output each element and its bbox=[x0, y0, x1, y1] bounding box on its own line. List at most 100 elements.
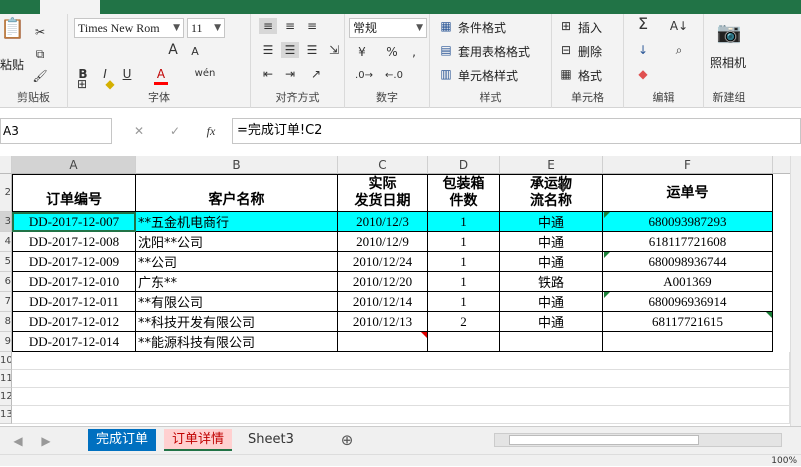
chevron-down-icon[interactable]: ▼ bbox=[416, 19, 423, 37]
cell-waybill[interactable]: 68117721615 bbox=[603, 312, 773, 332]
error-indicator-icon[interactable] bbox=[604, 292, 610, 298]
cell-carrier[interactable]: 铁路 bbox=[500, 272, 603, 292]
cell-order-no[interactable]: DD-2017-12-009 bbox=[12, 252, 136, 272]
percent-button[interactable]: % bbox=[385, 44, 399, 60]
cell-waybill[interactable]: 680096936914 bbox=[603, 292, 773, 312]
row-header[interactable]: 12 bbox=[0, 388, 12, 406]
search-icon[interactable]: ⌕ bbox=[668, 42, 690, 58]
cell-ship-date[interactable]: 2010/12/20 bbox=[338, 272, 428, 292]
conditional-format-icon[interactable]: ▦ bbox=[438, 18, 454, 34]
row-header[interactable]: 5 bbox=[0, 252, 12, 272]
font-size-combo[interactable]: 11 ▼ bbox=[187, 18, 225, 38]
name-box[interactable]: A3 bbox=[0, 118, 112, 144]
cell-customer[interactable]: 沈阳**公司 bbox=[136, 232, 338, 252]
orientation-icon[interactable]: ↗ bbox=[307, 66, 325, 82]
delete-icon[interactable]: ⊟ bbox=[558, 42, 574, 58]
table-format-button[interactable]: 套用表格格式 bbox=[458, 43, 530, 60]
tab-home[interactable] bbox=[40, 0, 100, 14]
paste-label[interactable]: 粘贴 bbox=[0, 56, 24, 73]
column-header-g[interactable] bbox=[773, 156, 790, 174]
error-indicator-icon[interactable] bbox=[766, 312, 772, 318]
row-header[interactable]: 10 bbox=[0, 352, 12, 370]
chevron-down-icon[interactable]: ▼ bbox=[214, 19, 221, 37]
font-color-icon[interactable]: A bbox=[154, 66, 168, 85]
decrease-decimal-icon[interactable]: ←.0 bbox=[383, 68, 405, 84]
insert-icon[interactable]: ⊞ bbox=[558, 18, 574, 34]
indent-icon[interactable]: ⇤ bbox=[259, 66, 277, 82]
tab-sheet3[interactable]: Sheet3 bbox=[240, 429, 302, 451]
cell-box-count[interactable]: 1 bbox=[428, 272, 500, 292]
autosum-icon[interactable]: Σ bbox=[634, 16, 652, 32]
cell-box-count[interactable]: 1 bbox=[428, 252, 500, 272]
spreadsheet-grid[interactable]: A B C D E F 2 3 4 5 6 7 8 9 10 11 12 13 … bbox=[0, 156, 790, 426]
column-header-a[interactable]: A bbox=[12, 156, 136, 174]
align-bottom-icon[interactable]: ≡ bbox=[303, 18, 321, 34]
comma-icon[interactable]: , bbox=[407, 44, 421, 60]
phonetic-icon[interactable]: wén bbox=[194, 66, 216, 82]
align-top-icon[interactable]: ≡ bbox=[259, 18, 277, 34]
cell-order-no[interactable]: DD-2017-12-008 bbox=[12, 232, 136, 252]
comment-indicator-icon[interactable] bbox=[421, 332, 427, 338]
format-button[interactable]: 格式 bbox=[578, 67, 602, 84]
cell-box-count[interactable]: 1 bbox=[428, 212, 500, 232]
cell-waybill[interactable]: A001369 bbox=[603, 272, 773, 292]
outdent-icon[interactable]: ⇥ bbox=[281, 66, 299, 82]
cell-ship-date[interactable]: 2010/12/3 bbox=[338, 212, 428, 232]
delete-button[interactable]: 删除 bbox=[578, 43, 602, 60]
cell-style-icon[interactable]: ▥ bbox=[438, 66, 454, 82]
cell-ship-date[interactable]: 2010/12/14 bbox=[338, 292, 428, 312]
cell-waybill[interactable]: 680093987293 bbox=[603, 212, 773, 232]
cell-customer[interactable]: **五金机电商行 bbox=[136, 212, 338, 232]
header-customer[interactable]: 客户名称 bbox=[136, 174, 338, 212]
align-right-icon[interactable]: ☰ bbox=[303, 42, 321, 58]
empty-row[interactable] bbox=[12, 352, 790, 370]
cell-carrier[interactable]: 中通 bbox=[500, 232, 603, 252]
cell-ship-date[interactable] bbox=[338, 332, 428, 352]
insert-button[interactable]: 插入 bbox=[578, 19, 602, 36]
column-header-b[interactable]: B bbox=[136, 156, 338, 174]
error-indicator-icon[interactable] bbox=[604, 252, 610, 258]
column-header-d[interactable]: D bbox=[428, 156, 500, 174]
column-header-f[interactable]: F bbox=[603, 156, 773, 174]
header-order-no[interactable]: 订单编号 bbox=[12, 174, 136, 212]
column-header-e[interactable]: E bbox=[500, 156, 603, 174]
cell-ship-date[interactable]: 2010/12/9 bbox=[338, 232, 428, 252]
cell-order-no[interactable]: DD-2017-12-011 bbox=[12, 292, 136, 312]
align-left-icon[interactable]: ☰ bbox=[259, 42, 277, 58]
increase-decimal-icon[interactable]: .0→ bbox=[353, 68, 375, 84]
header-carrier[interactable]: 承运物 流名称 bbox=[500, 174, 603, 212]
fill-icon[interactable]: ↓ bbox=[634, 42, 652, 58]
font-name-combo[interactable]: Times New Rom ▼ bbox=[74, 18, 184, 38]
header-box-count[interactable]: 包装箱 件数 bbox=[428, 174, 500, 212]
select-all-corner[interactable] bbox=[0, 156, 12, 174]
cell-order-no[interactable]: DD-2017-12-010 bbox=[12, 272, 136, 292]
row-header[interactable]: 6 bbox=[0, 272, 12, 292]
cell-ship-date[interactable]: 2010/12/13 bbox=[338, 312, 428, 332]
cut-icon[interactable]: ✂ bbox=[32, 24, 48, 40]
cell-order-no[interactable]: DD-2017-12-007 bbox=[12, 212, 136, 232]
chevron-down-icon[interactable]: ▼ bbox=[173, 19, 180, 37]
row-header[interactable]: 2 bbox=[0, 174, 12, 212]
number-format-combo[interactable]: 常规 ▼ bbox=[349, 18, 427, 38]
cell-customer[interactable]: **公司 bbox=[136, 252, 338, 272]
row-header[interactable]: 7 bbox=[0, 292, 12, 312]
tab-completed-orders[interactable]: 完成订单 bbox=[88, 429, 157, 451]
cell-carrier[interactable]: 中通 bbox=[500, 312, 603, 332]
format-painter-icon[interactable]: 🖌 bbox=[32, 68, 48, 84]
cell-carrier[interactable]: 中通 bbox=[500, 292, 603, 312]
row-header[interactable]: 9 bbox=[0, 332, 12, 352]
cell-customer[interactable]: **有限公司 bbox=[136, 292, 338, 312]
align-middle-icon[interactable]: ≡ bbox=[281, 18, 299, 34]
vertical-scrollbar[interactable] bbox=[790, 156, 801, 426]
prev-sheet-icon[interactable]: ◀ bbox=[12, 433, 24, 449]
empty-row[interactable] bbox=[12, 406, 790, 424]
zoom-level[interactable]: 100% bbox=[771, 455, 797, 467]
insert-function-icon[interactable]: fx bbox=[202, 123, 220, 139]
tab-order-details[interactable]: 订单详情 bbox=[164, 429, 233, 451]
table-format-icon[interactable]: ▤ bbox=[438, 42, 454, 58]
currency-icon[interactable]: ¥ bbox=[353, 44, 371, 60]
camera-icon[interactable]: 📷 bbox=[714, 22, 744, 42]
row-header[interactable]: 11 bbox=[0, 370, 12, 388]
conditional-format-button[interactable]: 条件格式 bbox=[458, 19, 506, 36]
error-indicator-icon[interactable] bbox=[604, 212, 610, 218]
